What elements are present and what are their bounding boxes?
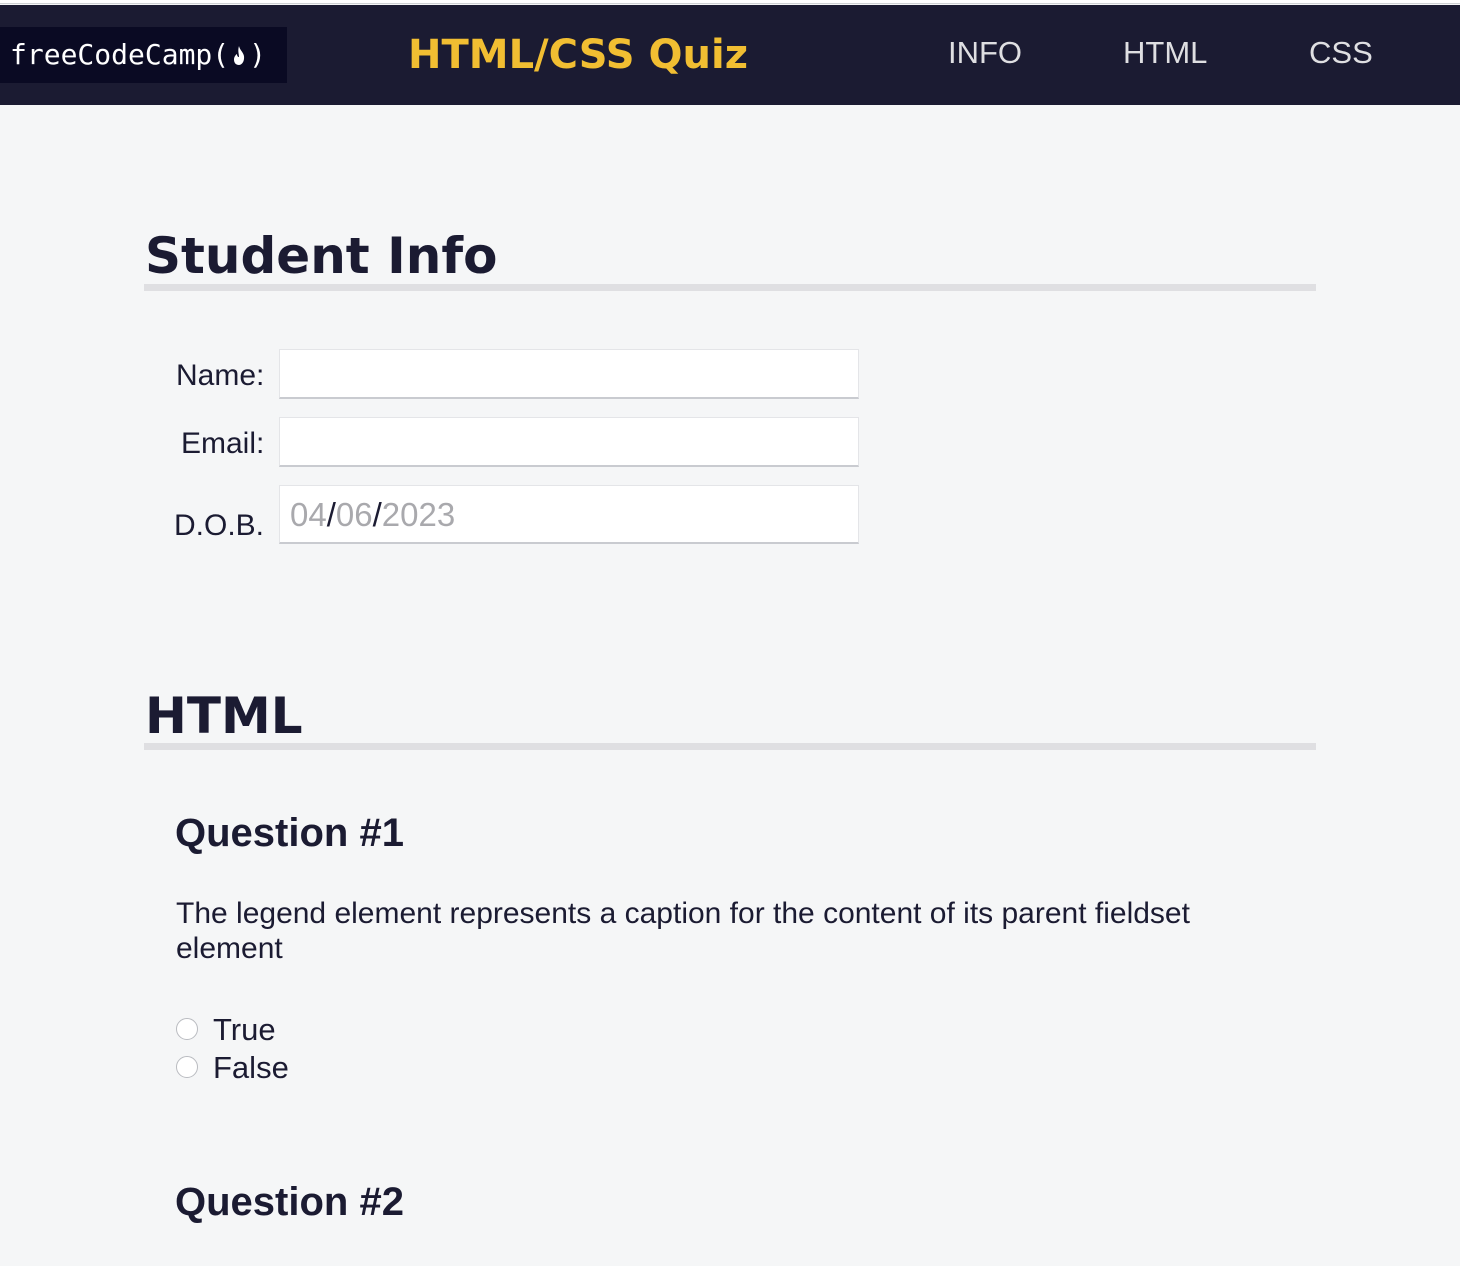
- dob-date-input[interactable]: 04/06/2023: [279, 485, 859, 544]
- option-label[interactable]: True: [213, 1012, 276, 1048]
- dob-day[interactable]: 06: [336, 496, 373, 533]
- dob-separator: /: [372, 496, 382, 533]
- nav-link-info[interactable]: INFO: [948, 33, 1022, 73]
- dob-month[interactable]: 04: [290, 496, 327, 533]
- question-2-title: Question #2: [175, 1180, 404, 1224]
- question-1-title: Question #1: [175, 811, 404, 855]
- freecodecamp-logo[interactable]: freeCodeCamp(): [0, 27, 287, 83]
- quiz-title: HTML/CSS Quiz: [408, 32, 748, 78]
- name-label: Name:: [176, 359, 265, 392]
- nav-link-html[interactable]: HTML: [1123, 33, 1207, 73]
- flame-icon: [234, 46, 245, 65]
- section-divider: [144, 284, 1316, 291]
- option-label[interactable]: False: [213, 1050, 289, 1086]
- radio-button[interactable]: [176, 1018, 198, 1040]
- dob-year[interactable]: 2023: [382, 496, 455, 533]
- logo-text-close: ): [249, 38, 267, 71]
- dob-separator: /: [326, 496, 336, 533]
- radio-button[interactable]: [176, 1056, 198, 1078]
- dob-label: D.O.B.: [174, 509, 265, 542]
- name-input[interactable]: [279, 349, 859, 399]
- browser-top-edge: [0, 0, 1460, 4]
- email-input[interactable]: [279, 417, 859, 467]
- logo-text: freeCodeCamp(: [10, 38, 230, 71]
- question-1-text: The legend element represents a caption …: [176, 897, 1190, 965]
- html-heading: HTML: [145, 687, 303, 745]
- section-divider: [144, 743, 1316, 750]
- student-info-heading: Student Info: [145, 227, 498, 285]
- email-label: Email:: [181, 427, 265, 460]
- top-navbar: freeCodeCamp() HTML/CSS Quiz INFO HTML C…: [0, 5, 1460, 105]
- nav-link-css[interactable]: CSS: [1309, 33, 1373, 73]
